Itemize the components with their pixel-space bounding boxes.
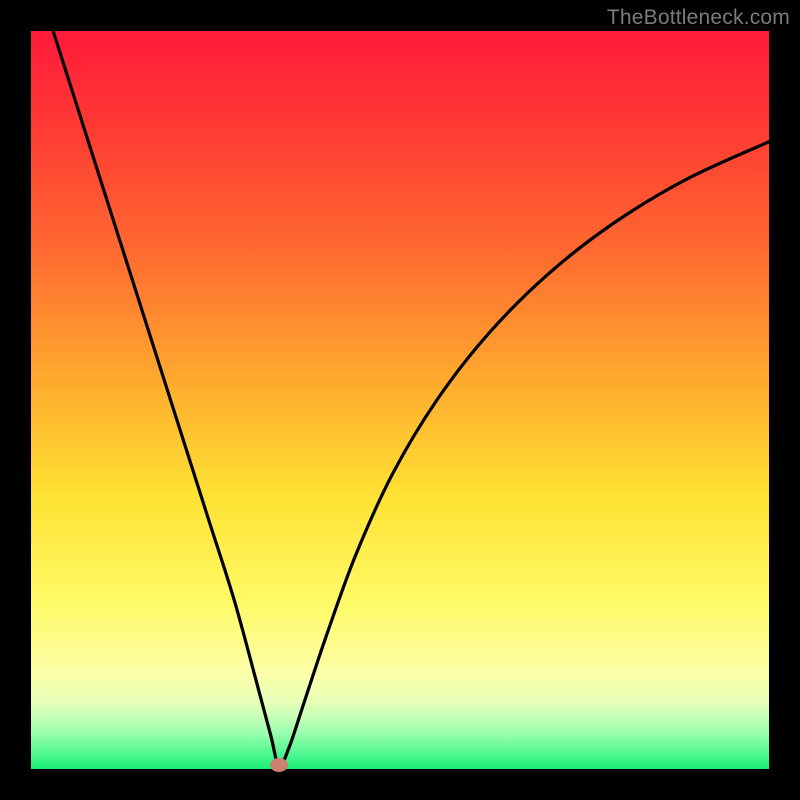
watermark-text: TheBottleneck.com [607,6,790,30]
bottleneck-minimum-marker [270,758,288,772]
bottleneck-curve [31,31,769,769]
plot-area [31,31,769,769]
chart-frame: TheBottleneck.com [0,0,800,800]
